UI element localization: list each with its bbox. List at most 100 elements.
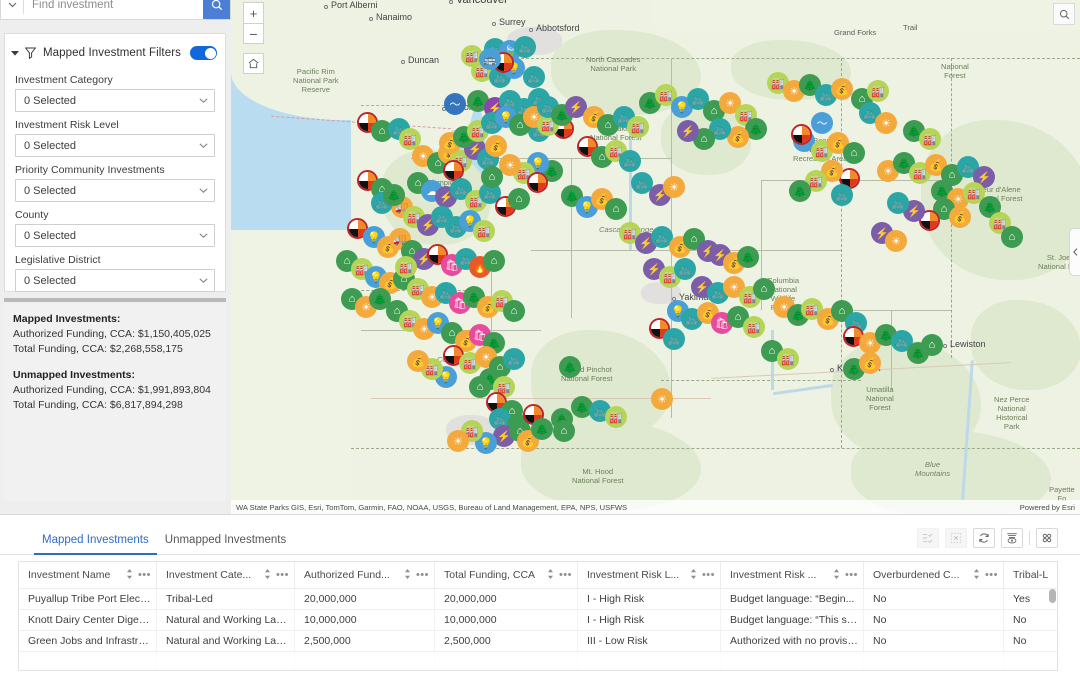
table-cell[interactable] xyxy=(157,652,295,671)
chevron-down-icon[interactable] xyxy=(199,186,208,195)
map-marker-money[interactable]: 💰 xyxy=(407,350,429,372)
map-marker-house[interactable]: ⌂ xyxy=(503,300,525,322)
filter-select[interactable]: 0 Selected xyxy=(15,224,215,247)
map-marker-money[interactable]: 💰 xyxy=(859,352,881,374)
filters-toggle[interactable] xyxy=(190,46,217,60)
column-header[interactable]: Investment Cate...••• xyxy=(157,562,295,588)
table-row[interactable]: Puyallup Tribe Port Electrifi...Tribal-L… xyxy=(19,589,1057,610)
zoom-in-button[interactable]: + xyxy=(243,2,264,23)
table-cell[interactable]: Puyallup Tribe Port Electrifi... xyxy=(19,589,157,609)
table-row[interactable]: Knott Dairy Center Digest...Natural and … xyxy=(19,610,1057,631)
map-marker-factory[interactable]: 🏭 xyxy=(605,406,627,428)
map-marker-sun[interactable]: ☀ xyxy=(651,388,673,410)
map-marker-sun[interactable]: ☀ xyxy=(663,176,685,198)
search-button[interactable] xyxy=(203,0,230,19)
table-cell[interactable]: No xyxy=(1004,610,1058,630)
filter-select[interactable]: 0 Selected xyxy=(15,179,215,202)
map-marker-money[interactable]: 💰 xyxy=(485,135,507,157)
filter-select[interactable]: 0 Selected xyxy=(15,134,215,157)
map-marker-bike[interactable]: 🚲 xyxy=(503,348,525,370)
map-marker-bike[interactable]: 🚲 xyxy=(887,192,909,214)
table-cell[interactable]: III - Low Risk xyxy=(578,631,721,651)
table-cell[interactable]: Tribal-Led xyxy=(157,589,295,609)
table-cell[interactable]: 20,000,000 xyxy=(435,589,578,609)
column-header[interactable]: Overburdened C...••• xyxy=(864,562,1004,588)
options-grid-icon[interactable] xyxy=(1036,528,1058,548)
column-menu-icon[interactable]: ••• xyxy=(276,569,289,581)
grid-body[interactable]: Puyallup Tribe Port Electrifi...Tribal-L… xyxy=(19,589,1057,671)
map-marker-house[interactable]: ⌂ xyxy=(483,250,505,272)
search-input[interactable] xyxy=(24,0,203,19)
sort-icon[interactable] xyxy=(404,569,411,581)
filters-header[interactable]: Mapped Investment Filters xyxy=(5,39,225,67)
column-menu-icon[interactable]: ••• xyxy=(416,569,429,581)
column-header[interactable]: Investment Risk L...••• xyxy=(578,562,721,588)
table-cell[interactable]: I - High Risk xyxy=(578,589,721,609)
map-marker-tree[interactable]: 🌲 xyxy=(559,356,581,378)
grid-vertical-scrollbar[interactable] xyxy=(1049,589,1056,603)
map-marker-tree[interactable]: 🌲 xyxy=(383,184,405,206)
map-marker-charge[interactable]: ⚡ xyxy=(677,120,699,142)
map-marker-tree[interactable]: 🌲 xyxy=(789,180,811,202)
map-marker-house[interactable]: ⌂ xyxy=(605,198,627,220)
caret-down-icon[interactable] xyxy=(11,49,19,58)
table-cell[interactable] xyxy=(864,652,1004,671)
table-cell[interactable]: 20,000,000 xyxy=(295,589,435,609)
map-marker-money[interactable]: 💰 xyxy=(831,78,853,100)
table-cell[interactable]: 10,000,000 xyxy=(435,610,578,630)
map-marker-house[interactable]: ⌂ xyxy=(469,376,491,398)
table-cell[interactable]: No xyxy=(1004,631,1058,651)
table-cell[interactable] xyxy=(578,652,721,671)
chevron-left-icon[interactable] xyxy=(1069,228,1080,276)
home-icon[interactable] xyxy=(243,53,264,74)
sort-icon[interactable] xyxy=(973,569,980,581)
table-cell[interactable]: Budget language: “Begin... xyxy=(721,589,864,609)
investment-map[interactable]: Port AlberniNanaimoVancouverSurreyAbbots… xyxy=(231,0,1080,514)
table-cell[interactable]: Authorized with no provisi... xyxy=(721,631,864,651)
map-marker-factory[interactable]: 🏭 xyxy=(743,316,765,338)
find-investment-search[interactable] xyxy=(0,0,231,20)
table-cell[interactable]: 2,500,000 xyxy=(435,631,578,651)
map-marker-factory[interactable]: 🏭 xyxy=(627,116,649,138)
table-cell[interactable]: Knott Dairy Center Digest... xyxy=(19,610,157,630)
table-row[interactable] xyxy=(19,652,1057,671)
column-header[interactable]: Tribal-L xyxy=(1004,562,1058,588)
filter-by-selection-icon[interactable] xyxy=(917,528,939,548)
map-marker-factory[interactable]: 🏭 xyxy=(919,128,941,150)
map-marker-house[interactable]: ⌂ xyxy=(1001,226,1023,248)
refresh-icon[interactable] xyxy=(973,528,995,548)
clear-selection-icon[interactable] xyxy=(945,528,967,548)
map-marker-bike[interactable]: 🚲 xyxy=(831,184,853,206)
table-cell[interactable] xyxy=(1004,652,1058,671)
table-cell[interactable]: Budget language: “This se... xyxy=(721,610,864,630)
map-marker-tree[interactable]: 🌲 xyxy=(531,418,553,440)
column-menu-icon[interactable]: ••• xyxy=(559,569,572,581)
map-marker-tribal[interactable] xyxy=(527,172,548,193)
map-marker-bike[interactable]: 🚲 xyxy=(619,150,641,172)
sort-icon[interactable] xyxy=(690,569,697,581)
map-marker-house[interactable]: ⌂ xyxy=(553,420,575,442)
column-menu-icon[interactable]: ••• xyxy=(138,569,151,581)
chevron-down-icon[interactable] xyxy=(199,276,208,285)
map-marker-factory[interactable]: 🏭 xyxy=(777,348,799,370)
table-cell[interactable] xyxy=(19,652,157,671)
chevron-down-icon[interactable] xyxy=(199,231,208,240)
map-marker-money[interactable]: 💰 xyxy=(949,206,971,228)
map-marker-sun[interactable]: ☀ xyxy=(447,430,469,452)
table-cell[interactable]: Natural and Working Lands xyxy=(157,631,295,651)
map-marker-wave[interactable]: 〜 xyxy=(444,93,466,115)
map-marker-house[interactable]: ⌂ xyxy=(921,334,943,356)
map-marker-factory[interactable]: 🏭 xyxy=(395,256,417,278)
map-marker-house[interactable]: ⌂ xyxy=(843,142,865,164)
map-marker-factory[interactable]: 🏭 xyxy=(867,80,889,102)
chevron-down-icon[interactable] xyxy=(199,96,208,105)
table-cell[interactable] xyxy=(721,652,864,671)
sort-icon[interactable] xyxy=(547,569,554,581)
column-header[interactable]: Investment Risk ...••• xyxy=(721,562,864,588)
column-menu-icon[interactable]: ••• xyxy=(845,569,858,581)
sort-icon[interactable] xyxy=(264,569,271,581)
table-cell[interactable]: I - High Risk xyxy=(578,610,721,630)
map-marker-bike[interactable]: 🚲 xyxy=(514,36,536,58)
map-marker-house[interactable]: ⌂ xyxy=(753,278,775,300)
map-marker-tree[interactable]: 🌲 xyxy=(369,288,391,310)
